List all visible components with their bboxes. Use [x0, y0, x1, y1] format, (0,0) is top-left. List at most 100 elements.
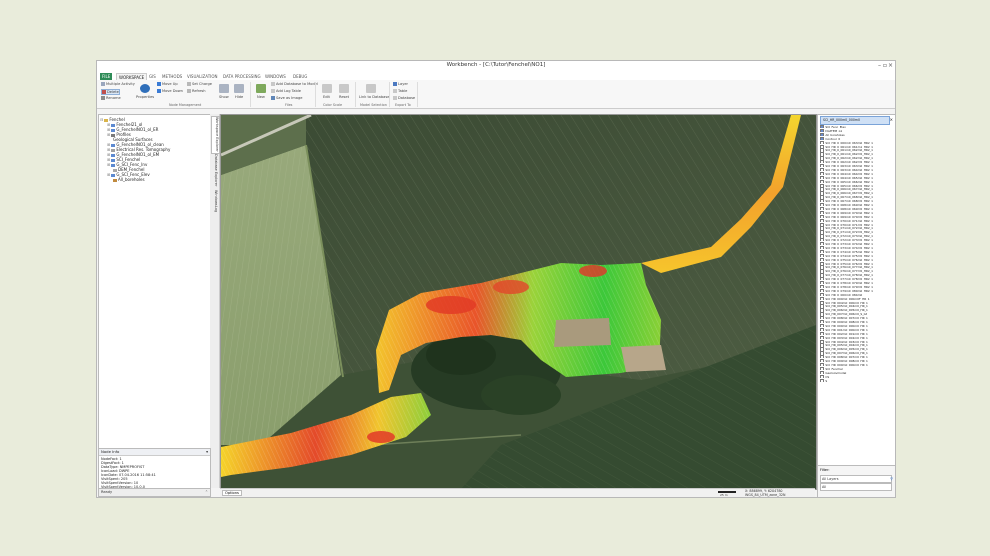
layer-checkbox[interactable] [820, 265, 825, 269]
layer-item[interactable]: SCI_HR_0_071m0_072m5_HR2_1 [820, 230, 894, 234]
layer-checkbox[interactable] [820, 128, 825, 133]
layer-item[interactable]: SCI_HR_0_000m0_084m0 [820, 292, 894, 297]
layer-checkbox[interactable] [820, 132, 825, 137]
layer-item[interactable]: SCI_HR_004m0_000m0_HR_1 [820, 300, 894, 304]
layer-item[interactable]: SCI_HR_0_065m0_066m0_HR2_1 [820, 179, 894, 183]
layer-item[interactable]: SCI_HR_008m0_007m0_HR_1 [820, 316, 894, 320]
reset-scale-icon[interactable] [339, 84, 349, 93]
layer-checkbox[interactable] [820, 327, 825, 332]
layer-checkbox[interactable] [820, 261, 825, 265]
layer-checkbox[interactable] [820, 296, 825, 300]
layer-checkbox[interactable] [820, 156, 825, 160]
layer-checkbox[interactable] [820, 339, 825, 343]
layer-item[interactable]: SCI_HR_0_078m0_079m0_HR2_1 [820, 281, 894, 285]
layer-checkbox[interactable] [820, 175, 825, 180]
layer-checkbox[interactable] [820, 316, 825, 320]
layer-item[interactable]: SCI_HR_0_075m0_076m5_HR2_1 [820, 261, 894, 265]
tab-windows[interactable]: WINDOWS [263, 73, 288, 80]
filter-icon[interactable]: ⚲ [890, 476, 893, 481]
maximize-button[interactable]: ▫ [883, 62, 887, 69]
layer-item[interactable]: SCI_HR_0_070m0_071m5_HR2_1 [820, 222, 894, 226]
layer-checkbox[interactable] [820, 179, 825, 183]
layer-checkbox[interactable] [820, 351, 825, 355]
layer-item[interactable]: SCI_HR_0_067m0_068m0_HR2_1 [820, 195, 894, 199]
layer-item[interactable]: SCI_HR_009m0_008m0_HR_1 [820, 359, 894, 363]
layer-checkbox[interactable] [820, 218, 825, 222]
layer-checkbox[interactable] [820, 355, 825, 359]
layer-checkbox[interactable] [820, 210, 825, 215]
layer-item[interactable]: SCI_HR_0_067m0_068m5_HR2_1 [820, 199, 894, 203]
add-database-button[interactable]: Add Database to Model [271, 82, 318, 86]
layer-item[interactable]: SCI_HR_000m0_000m0_HR_1 [820, 323, 894, 328]
layer-item[interactable]: SCI_HR_0_074m0_075m5_HR2_1 [820, 253, 894, 258]
layer-checkbox[interactable] [820, 273, 825, 277]
tab-debug[interactable]: DEBUG [291, 73, 309, 80]
layer-item[interactable]: SCI_HR_0_000m0_063m0_HR2_1 [820, 140, 894, 144]
layer-checkbox[interactable] [820, 347, 825, 351]
layer-checkbox[interactable] [820, 362, 825, 367]
layer-checkbox[interactable] [820, 312, 825, 316]
link-database-icon[interactable] [366, 84, 376, 93]
layer-checkbox[interactable] [820, 160, 825, 164]
layer-item[interactable]: SCI_HR_0_071m0_072m0_HR2_1 [820, 226, 894, 230]
layer-item[interactable]: SCI_HR_0_070m0_071m0_HR2_1 [820, 218, 894, 222]
move-up-button[interactable]: Move Up [157, 82, 178, 86]
layer-item[interactable]: SCI_HR_009m0_008m0_HR_1 [820, 320, 894, 324]
link-database-button[interactable]: Link to Database [359, 95, 389, 99]
delete-button[interactable]: Delete [101, 89, 120, 95]
layer-checkbox[interactable] [820, 304, 825, 308]
chevron-up-icon[interactable]: ⌃ [205, 489, 208, 496]
layer-checkbox[interactable] [820, 277, 825, 281]
tab-workspace-explorer[interactable]: Workspace Explorer [211, 116, 220, 154]
collapse-icon[interactable]: ▾ [206, 449, 208, 455]
layer-item[interactable]: SCI_HR_0_063m0_064m0_HR2_1 [820, 167, 894, 172]
layer-item[interactable]: CS [820, 374, 894, 378]
reset-scale-button[interactable]: Reset [339, 95, 349, 99]
add-log-table-button[interactable]: Add Log Table [271, 89, 301, 93]
layer-checkbox[interactable] [820, 284, 825, 289]
layer-item[interactable]: SCI_HR_004m0_003m0_HR_1 [820, 339, 894, 343]
layer-checkbox[interactable] [820, 300, 825, 304]
layer-checkbox[interactable] [820, 238, 825, 242]
export-layer-button[interactable]: Layer [393, 82, 408, 86]
layer-item[interactable]: DistTEM_p1 [820, 128, 894, 133]
layer-checkbox[interactable] [820, 152, 825, 156]
tab-database-explorer[interactable]: Database Explorer [211, 154, 218, 188]
layer-item[interactable]: SCI_HR_0_062m0_062m5_HR2_1 [820, 160, 894, 164]
edit-scale-icon[interactable] [322, 84, 332, 93]
layer-item[interactable]: SCI_HR_0_061m0_061m1_HR2_1 [820, 144, 894, 148]
new-file-button[interactable]: New [257, 95, 265, 99]
show-button[interactable]: Show [219, 95, 229, 99]
layer-checkbox[interactable] [820, 222, 825, 226]
tab-methods[interactable]: METHODS [160, 73, 184, 80]
layer-checkbox[interactable] [820, 125, 825, 129]
layer-checkbox[interactable] [820, 230, 825, 234]
layer-item[interactable]: SCI_HR_0_077m0_078m0_HR2_1 [820, 273, 894, 277]
layer-item[interactable]: SCI_HR_0_072m0_073m5_HR2_1 [820, 238, 894, 242]
layer-checkbox[interactable] [820, 164, 825, 168]
layer-item[interactable]: SCI_HR_0_069m0_070m5_HR2_1 [820, 214, 894, 219]
layer-item[interactable]: SCI_HR_008m0_007m0_HR_1 [820, 355, 894, 359]
layer-item[interactable]: SCI_HR_0_072m0_073m0_HR2_1 [820, 234, 894, 238]
tree-node[interactable]: All_boreholes [113, 177, 145, 182]
layer-checkbox[interactable] [820, 187, 825, 191]
layer-checkbox[interactable] [820, 359, 825, 363]
tab-file[interactable]: FILE [100, 73, 113, 80]
layer-item[interactable]: SCI_HR_000m0_000m0_HR_1 [820, 362, 894, 367]
layer-checkbox[interactable] [820, 206, 825, 211]
layer-checkbox[interactable] [820, 242, 825, 246]
layer-item[interactable]: Geologymodel [820, 370, 894, 375]
layer-item[interactable]: SCI_HR_0_064m0_065m0_HR2_1 [820, 175, 894, 180]
properties-icon[interactable] [140, 84, 150, 93]
tab-log[interactable]: Log [211, 206, 218, 214]
layer-item[interactable]: SCI_HR_0_063m0_063m0_HR2_1 [820, 164, 894, 168]
layer-item[interactable]: SCI_Fenchel [820, 366, 894, 371]
layer-item[interactable]: SCI_HR_0_079m0_080m0_HR2_1 [820, 288, 894, 293]
layer-item[interactable]: SCI_HR_000m0_000m0F_HR_1 [820, 296, 894, 300]
aerial-map[interactable] [221, 115, 816, 489]
layer-checkbox[interactable] [820, 308, 825, 312]
layer-item[interactable]: SCI_HR_0_068m0_069m5_HR2_1 [820, 206, 894, 211]
hide-icon[interactable] [234, 84, 244, 93]
layer-item[interactable]: SCI_HR_007m0_006m0_S_Gt [820, 312, 894, 316]
layer-checkbox[interactable] [820, 245, 825, 250]
